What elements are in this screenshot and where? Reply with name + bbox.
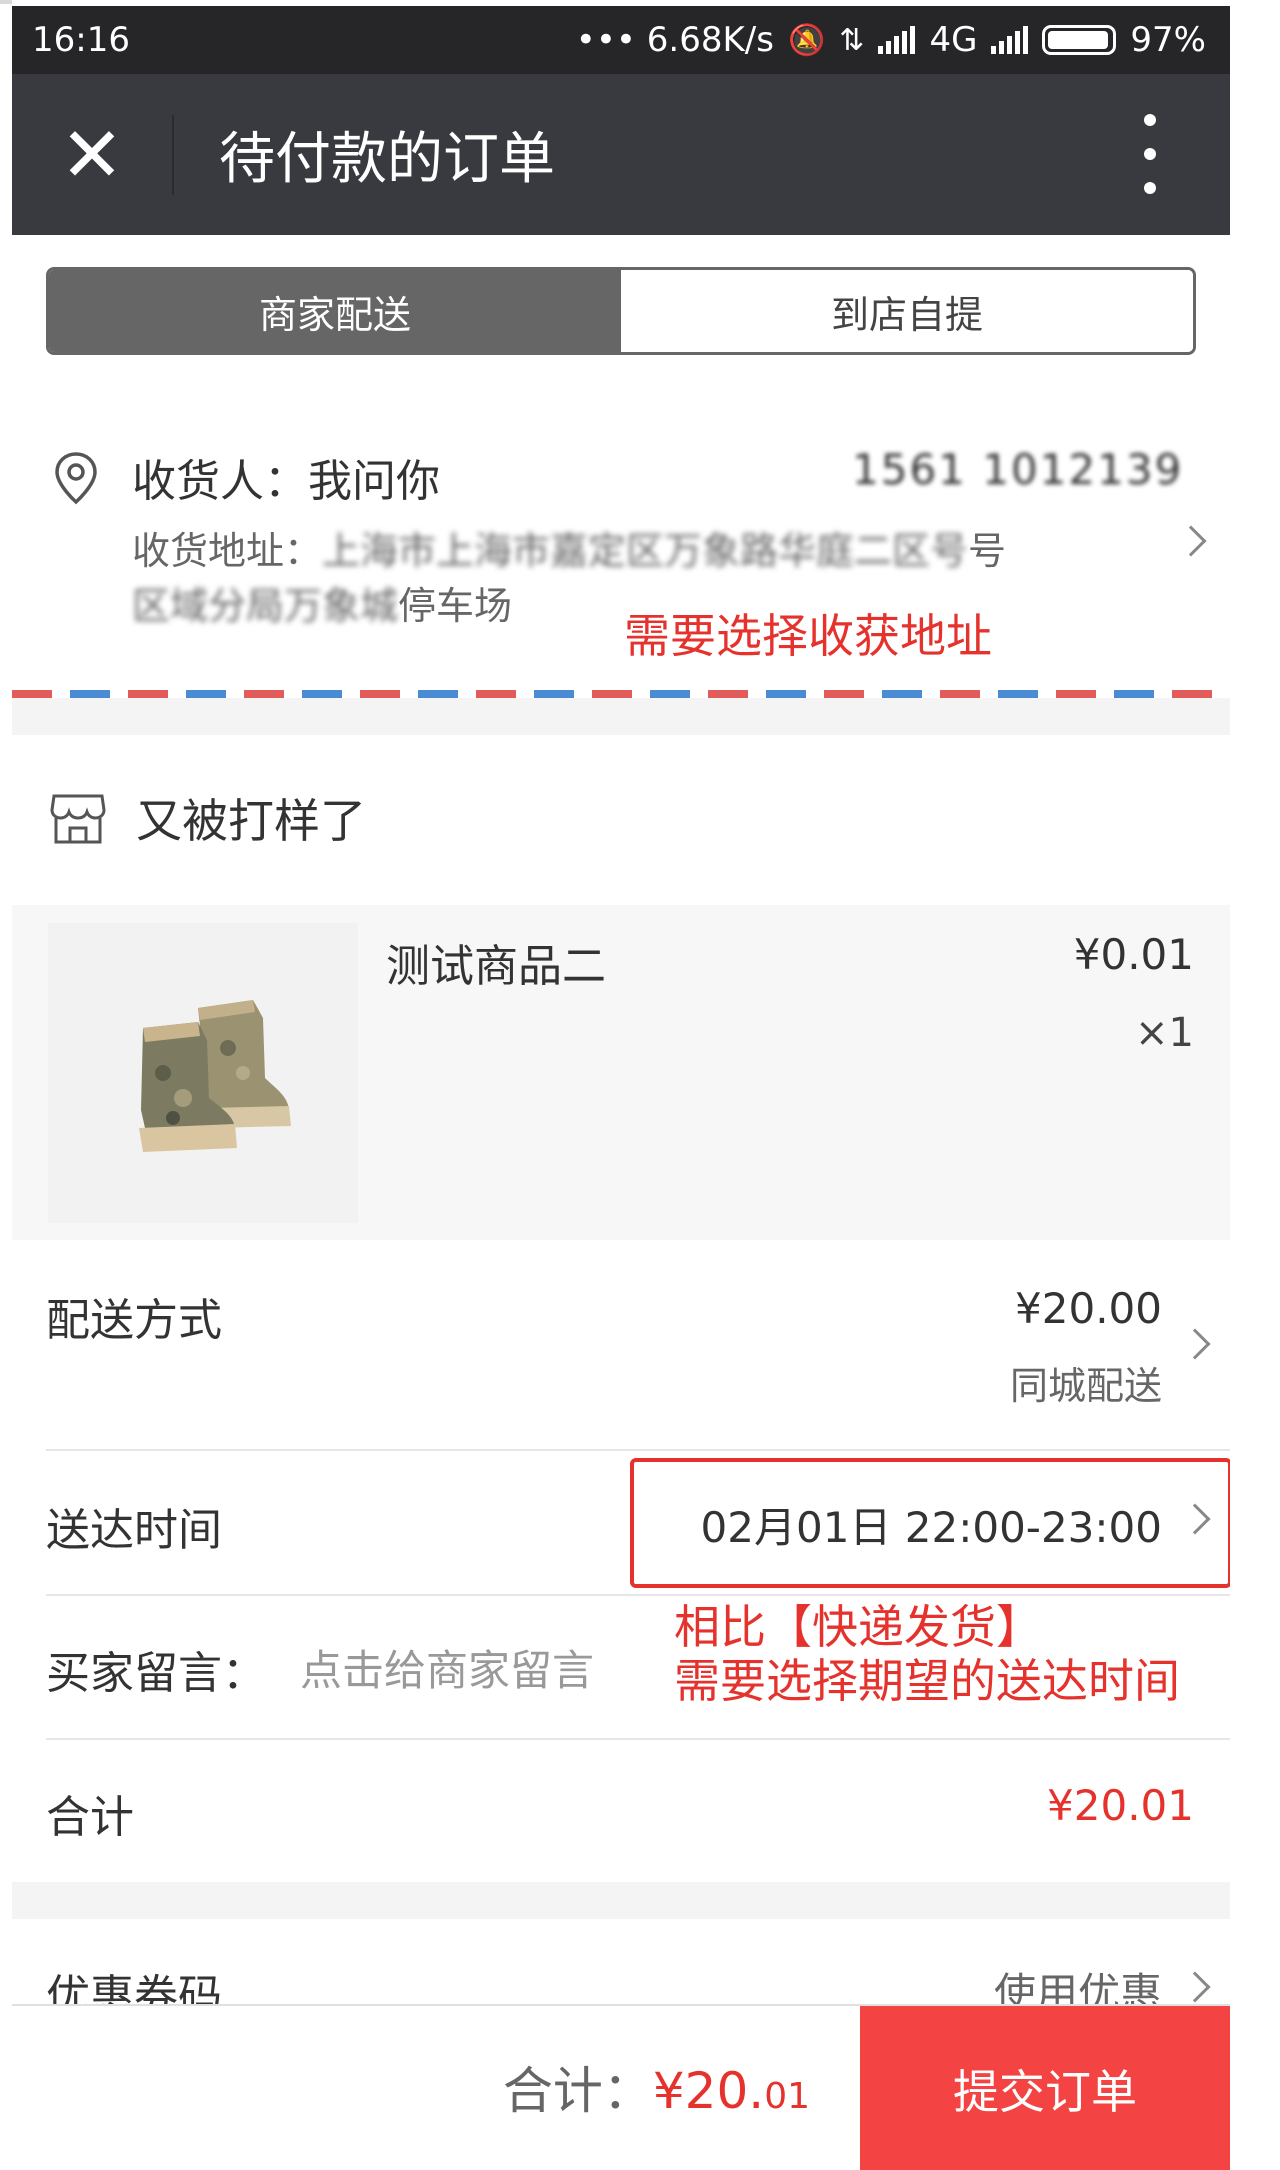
shipping-label: 配送方式 <box>46 1295 222 1346</box>
row-divider <box>46 1449 1230 1451</box>
signal-icon <box>878 26 916 54</box>
product-item[interactable]: 测试商品二 ¥0.01 ×1 <box>12 905 1230 1240</box>
address-tail-2: 停车场 <box>398 584 513 628</box>
status-indicators: ••• 6.68K/s 🔕 ⇅ 4G 97% <box>576 20 1206 60</box>
address-masked: 上海市上海市嘉定区万象路华庭二区号 <box>322 529 969 573</box>
bottom-bar: 合计：¥20.01 提交订单 <box>12 2004 1230 2170</box>
shipping-method: 同城配送 <box>1009 1364 1162 1408</box>
location-pin-icon <box>55 452 97 505</box>
receiver-name: 收货人：我问你 <box>132 456 440 507</box>
bottom-total: 合计：¥20.01 <box>503 2051 810 2123</box>
signal-icon-2 <box>991 26 1029 54</box>
receiver-phone: 1561 1012139 <box>852 445 1184 494</box>
right-margin <box>1230 0 1280 2170</box>
delivery-time-annotation: 相比【快递发货】 需要选择期望的送达时间 <box>674 1600 1180 1708</box>
address-line-1: 收货地址：上海市上海市嘉定区万象路华庭二区号号 <box>132 520 1006 575</box>
data-transfer-icon: ⇅ <box>839 22 865 58</box>
annotation-line-1: 相比【快递发货】 <box>674 1600 1042 1654</box>
submit-order-button[interactable]: 提交订单 <box>860 2006 1230 2170</box>
subtotal-value: ¥20.01 <box>1047 1781 1194 1830</box>
network-speed: ••• 6.68K/s <box>575 20 774 60</box>
address-line-2: 区域分局万象城停车场 <box>132 575 512 630</box>
battery-level: 97% <box>1130 20 1206 60</box>
airmail-border <box>12 690 1230 698</box>
address-annotation: 需要选择收获地址 <box>624 609 992 663</box>
address-tail-1: 号 <box>968 529 1007 573</box>
address-line2-masked: 区域分局万象城 <box>132 584 399 628</box>
shop-name: 又被打样了 <box>136 794 366 848</box>
buyer-message-label: 买家留言： <box>46 1648 266 1699</box>
shipping-fee: ¥20.00 <box>1015 1284 1162 1333</box>
title-divider <box>172 114 174 195</box>
product-price: ¥0.01 <box>1073 930 1194 979</box>
delivery-mode-tabs: 商家配送 到店自提 <box>46 267 1196 355</box>
bottom-total-main: ¥20. <box>652 2062 765 2120</box>
boots-illustration <box>139 1000 291 1152</box>
close-icon[interactable]: ✕ <box>12 74 172 235</box>
status-bar: 16:16 ••• 6.68K/s 🔕 ⇅ 4G 97% <box>12 6 1230 74</box>
delivery-time-highlight <box>630 1458 1230 1588</box>
product-quantity: ×1 <box>1135 1010 1194 1056</box>
page-title: 待付款的订单 <box>219 127 555 192</box>
subtotal-label: 合计 <box>46 1792 134 1843</box>
row-divider <box>46 1738 1230 1740</box>
mute-icon: 🔕 <box>787 22 826 58</box>
delivery-time-label: 送达时间 <box>46 1505 222 1556</box>
product-name: 测试商品二 <box>386 941 606 992</box>
chevron-right-icon <box>1179 1328 1211 1360</box>
section-gap <box>12 698 1230 735</box>
title-bar: ✕ 待付款的订单 <box>12 74 1230 235</box>
shop-header: 又被打样了 <box>12 735 1230 905</box>
tab-store-pickup[interactable]: 到店自提 <box>621 270 1193 352</box>
annotation-line-2: 需要选择期望的送达时间 <box>674 1654 1180 1708</box>
buyer-message-input[interactable]: 点击给商家留言 <box>300 1637 594 1698</box>
bottom-total-cents: 01 <box>764 2076 810 2117</box>
chevron-right-icon <box>1175 525 1207 557</box>
more-vertical-icon[interactable] <box>1140 114 1160 194</box>
row-divider <box>46 1594 1230 1596</box>
tab-merchant-delivery[interactable]: 商家配送 <box>49 270 621 352</box>
address-label: 收货地址： <box>132 529 323 573</box>
boots-image <box>48 923 358 1223</box>
address-section[interactable]: 收货人：我问你 1561 1012139 收货地址：上海市上海市嘉定区万象路华庭… <box>12 400 1230 695</box>
phone-screen: 16:16 ••• 6.68K/s 🔕 ⇅ 4G 97% ✕ 待付款的订单 商家… <box>12 0 1230 2170</box>
battery-icon <box>1042 25 1117 55</box>
shop-icon <box>50 794 106 844</box>
status-time: 16:16 <box>32 20 130 60</box>
network-type: 4G <box>929 20 978 60</box>
bottom-total-label: 合计： <box>502 2062 653 2120</box>
section-gap <box>12 1882 1230 1919</box>
chevron-right-icon <box>1179 1971 1211 2003</box>
